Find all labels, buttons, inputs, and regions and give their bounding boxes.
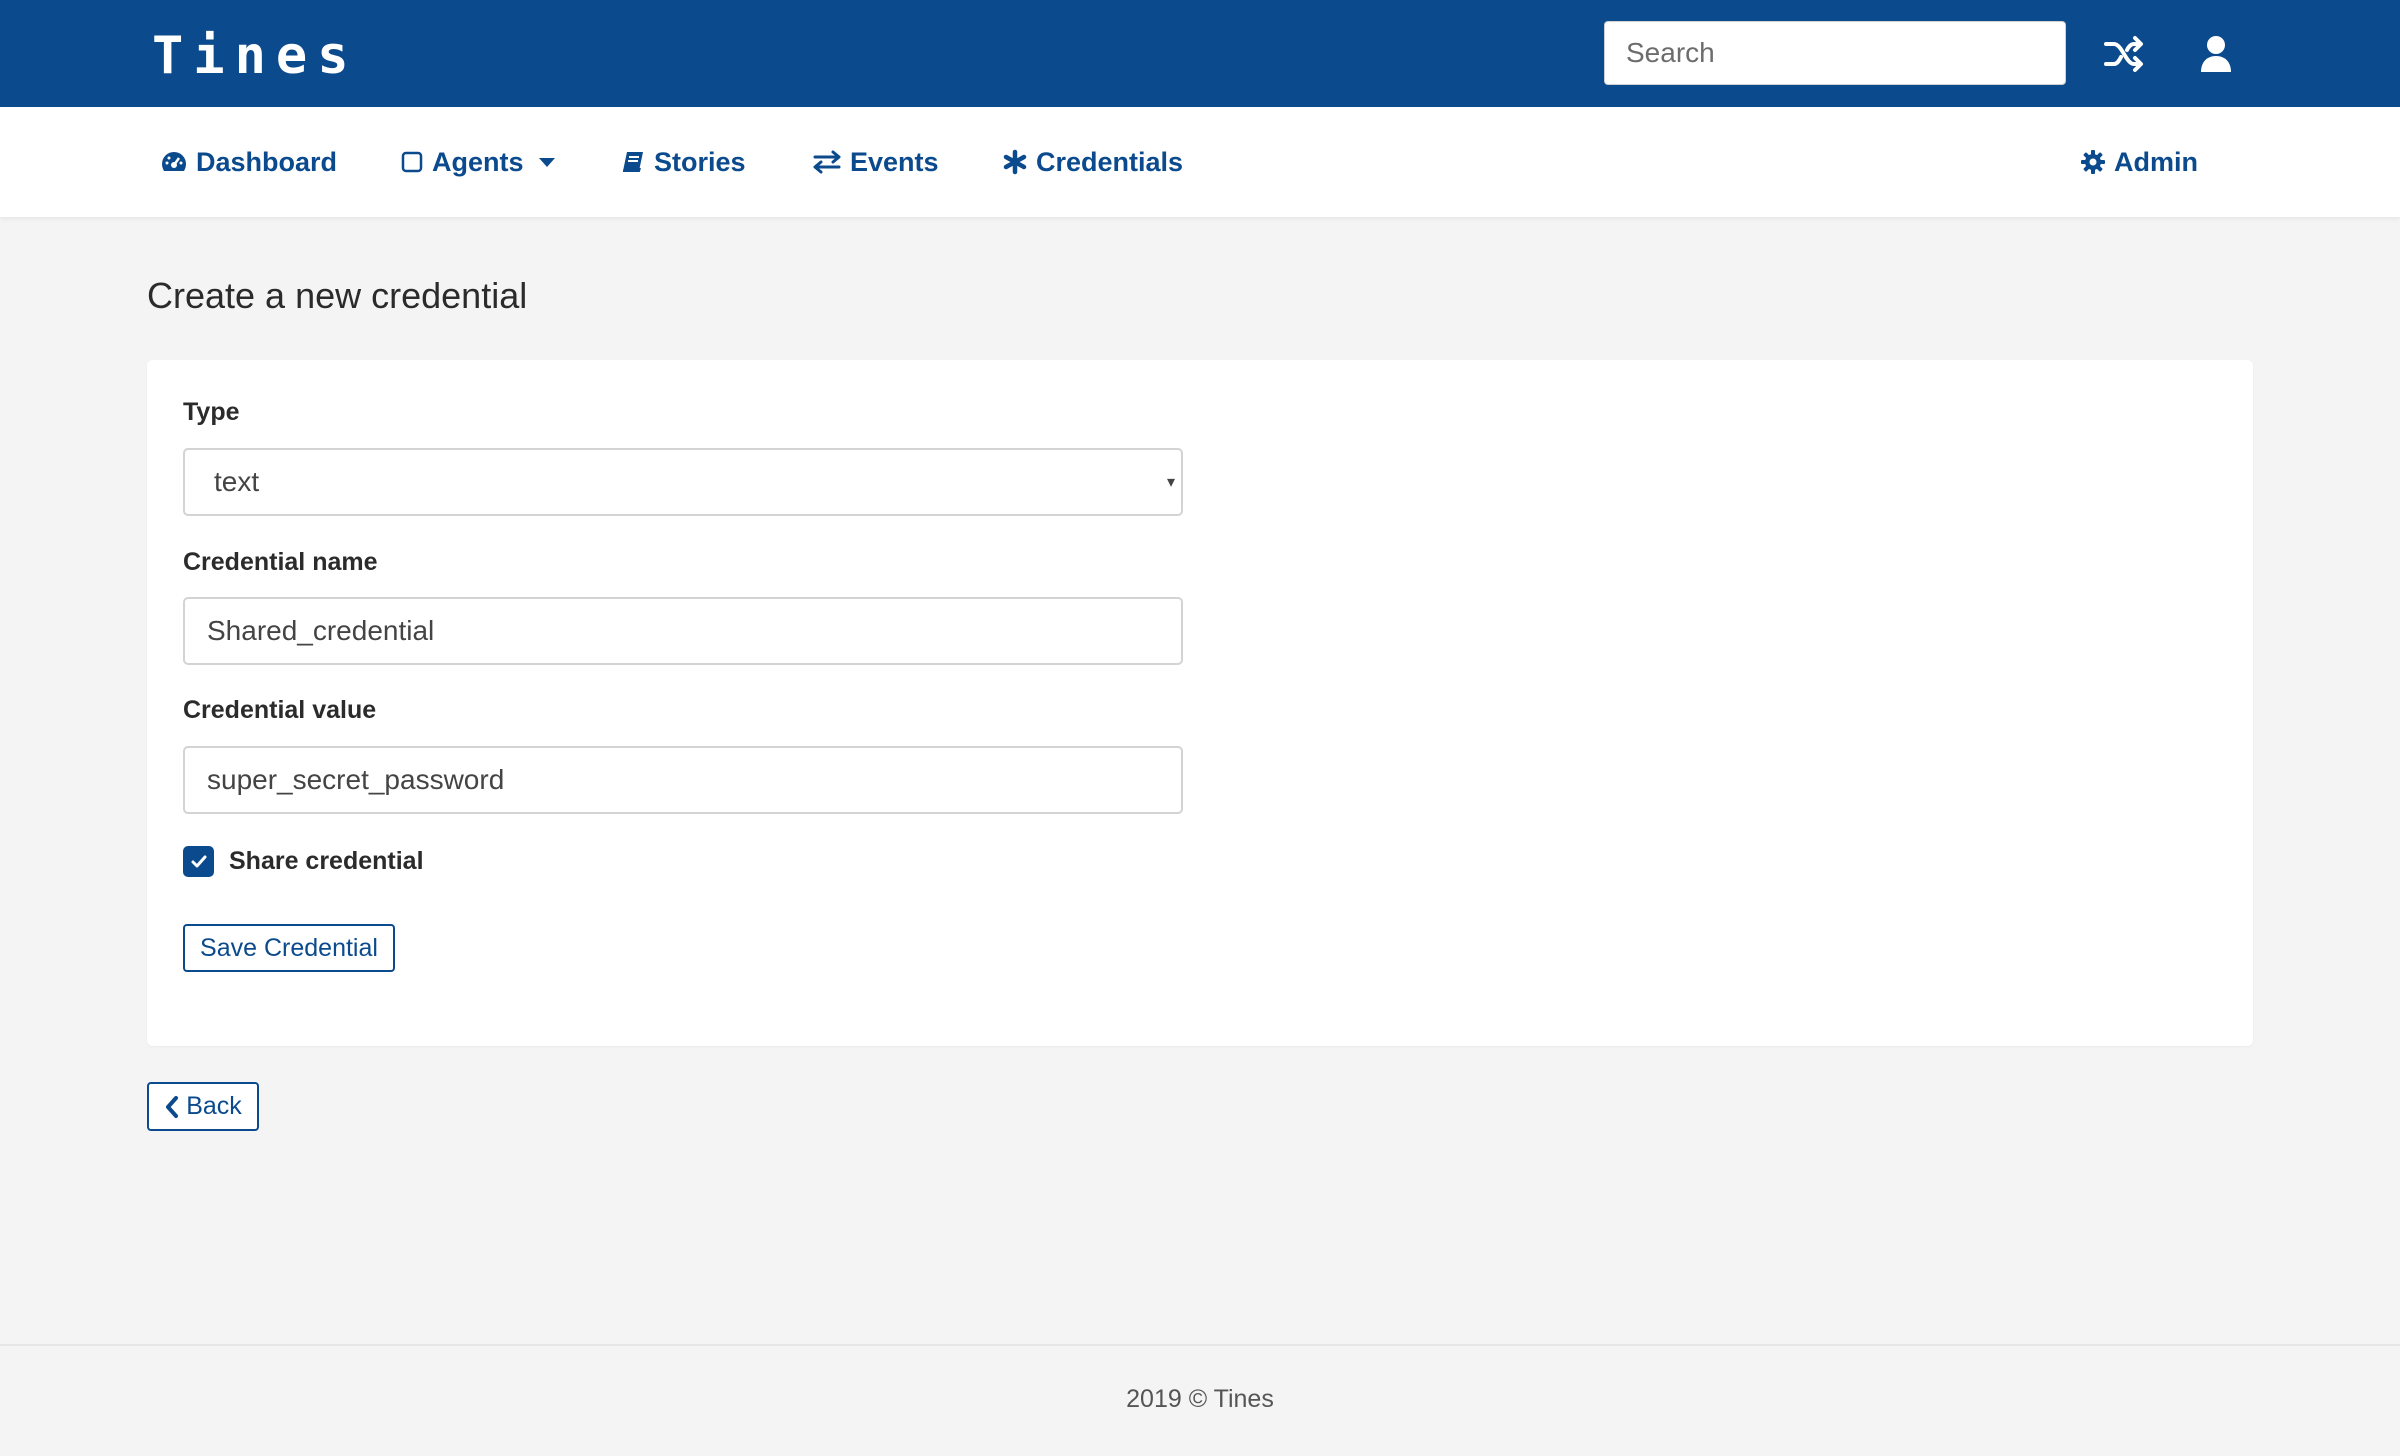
nav-label-stories: Stories [654,146,746,177]
select-arrow-icon: ▾ [1166,474,1175,491]
credential-form-card: Type text ▾ Credential name Shared_crede… [147,360,2253,1046]
dashboard-icon [162,152,186,171]
type-label: Type [183,398,240,426]
back-button[interactable]: Back [147,1082,259,1131]
exchange-icon [813,150,841,174]
book-icon [623,152,643,172]
credential-name-value: Shared_credential [207,615,435,646]
nav-label-events: Events [850,146,939,177]
share-credential-label[interactable]: Share credential [229,846,424,877]
credential-value-input[interactable]: super_secret_password [183,746,1183,814]
nav-item-credentials[interactable]: Credentials [1002,107,1183,217]
credential-value-value: super_secret_password [207,764,505,795]
nav-item-agents[interactable]: Agents [400,107,564,217]
type-select[interactable]: text ▾ [183,448,1183,516]
nav-label-admin: Admin [2114,146,2198,177]
nav-label-dashboard: Dashboard [196,146,338,177]
nav-item-admin[interactable]: Admin [2080,107,2198,217]
nav-item-events[interactable]: Events [812,107,939,217]
search-input[interactable] [1604,21,2066,85]
back-label: Back [186,1092,242,1120]
footer-divider [0,1344,2400,1346]
shuffle-icon[interactable] [2100,30,2148,78]
nav-bar: Dashboard Agents Stories Events Credenti… [0,107,2400,217]
type-select-value: text [214,466,260,497]
logo[interactable]: Tines [152,30,359,82]
nav-item-stories[interactable]: Stories [620,107,746,217]
page-title: Create a new credential [147,275,528,316]
credential-name-input[interactable]: Shared_credential [183,597,1183,665]
nav-label-credentials: Credentials [1036,146,1184,177]
top-bar: Tines [0,0,2400,107]
nav-label-agents: Agents [432,146,524,177]
chevron-left-icon [166,1095,179,1118]
square-icon [401,151,423,173]
save-credential-button[interactable]: Save Credential [183,924,395,972]
asterisk-icon [1003,149,1027,175]
check-icon [191,855,206,867]
credential-name-label: Credential name [183,548,378,576]
credential-value-label: Credential value [183,696,377,724]
user-icon[interactable] [2192,30,2240,78]
footer-copyright: 2019 © Tines [1126,1385,1274,1413]
share-credential-checkbox[interactable] [183,846,214,877]
gear-icon [2081,150,2105,174]
nav-item-dashboard[interactable]: Dashboard [160,107,337,217]
caret-down-icon [538,158,555,167]
